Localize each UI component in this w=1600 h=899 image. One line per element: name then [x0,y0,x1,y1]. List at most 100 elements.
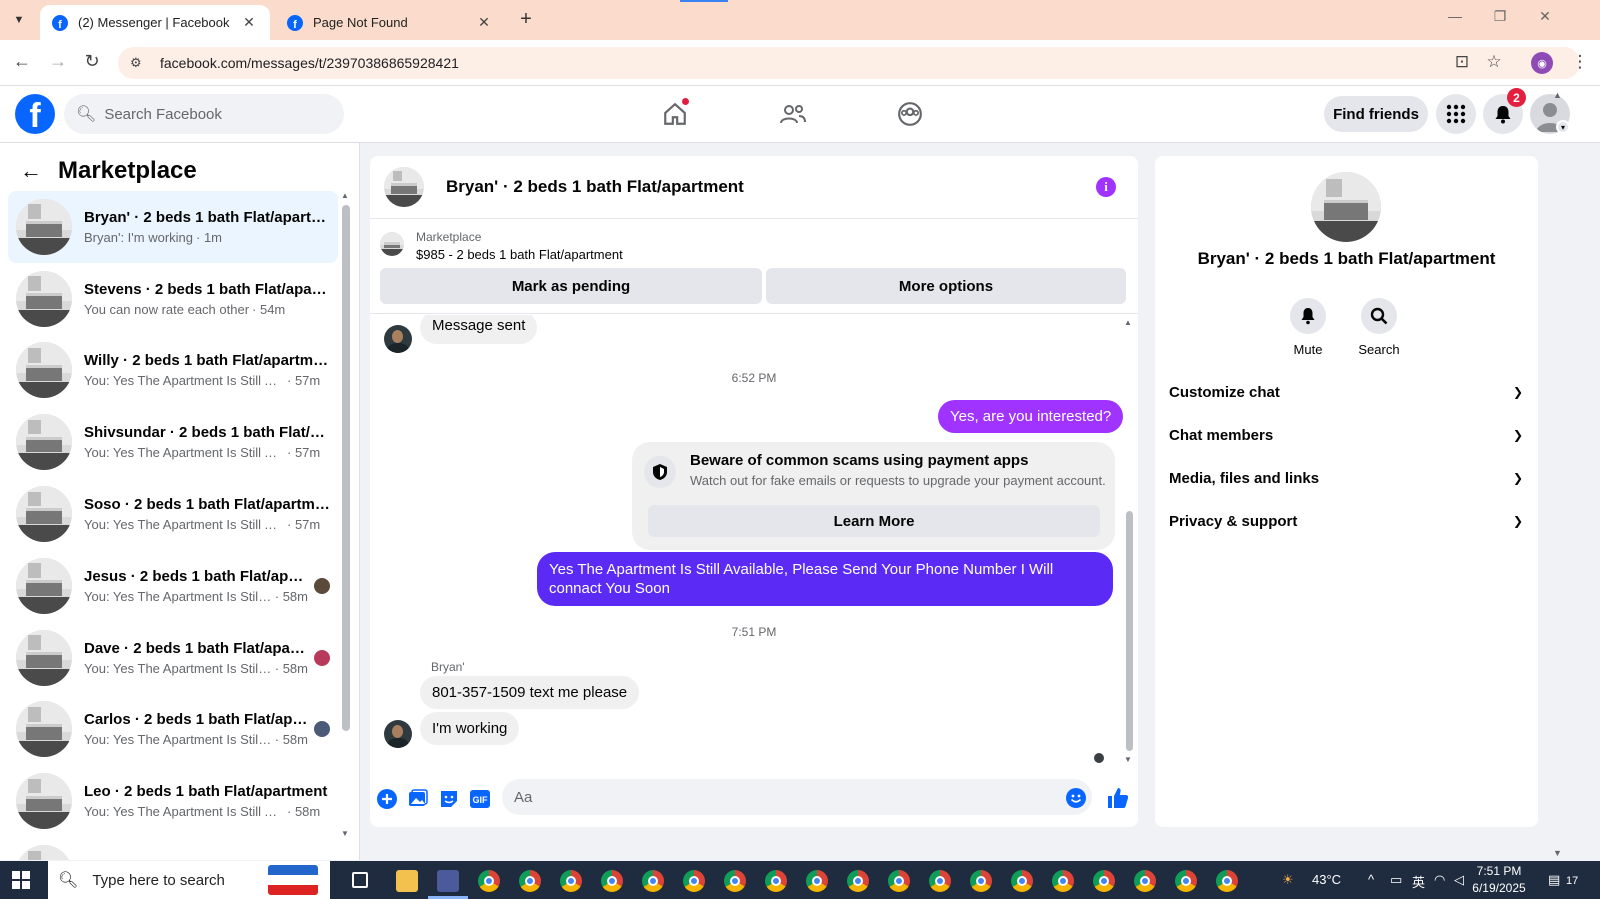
chat-list-item[interactable]: Willy · 2 beds 1 bath Flat/apartment You:… [8,335,338,407]
browser-menu-icon[interactable]: ⋮ [1568,52,1592,72]
chat-list-item[interactable]: Bryan' · 2 beds 1 bath Flat/apartment Bry… [8,191,338,263]
learn-more-button[interactable]: Learn More [648,505,1100,537]
back-icon[interactable]: ← [10,51,34,72]
listing-thumbnail[interactable] [384,167,424,207]
chat-list-item[interactable]: Stevens · 2 beds 1 bath Flat/apartment Yo… [8,263,338,335]
chrome-icon[interactable] [1175,870,1197,892]
chrome-icon[interactable] [478,870,500,892]
scroll-up-icon[interactable]: ▲ [341,191,349,200]
forward-icon[interactable]: → [46,51,70,72]
conversation-title[interactable]: Bryan' · 2 beds 1 bath Flat/apartment [446,177,744,197]
chrome-icon[interactable] [1134,870,1156,892]
chat-members-section[interactable]: Chat members ❯ [1169,420,1523,450]
chevron-down-icon[interactable]: ▾ [1556,120,1570,134]
chrome-icon[interactable] [724,870,746,892]
task-view-icon[interactable] [352,872,368,888]
conversation-info-icon[interactable]: i [1096,177,1116,197]
back-arrow-icon[interactable]: ← [20,158,42,184]
file-explorer-icon[interactable] [396,870,418,892]
chrome-icon[interactable] [847,870,869,892]
chrome-icon[interactable] [560,870,582,892]
photo-icon[interactable] [407,788,429,810]
find-friends-button[interactable]: Find friends [1324,96,1428,132]
new-tab-icon[interactable]: + [514,8,538,31]
chrome-icon[interactable] [683,870,705,892]
app-icon[interactable] [437,870,459,892]
chrome-icon[interactable] [970,870,992,892]
page-scroll-up-icon[interactable]: ▲ [1553,90,1562,100]
thread-scrollbar[interactable] [1126,511,1133,751]
facebook-search-box[interactable]: 🔍︎ [64,94,344,134]
chat-list-item[interactable]: Jesus · 2 beds 1 bath Flat/apartment You:… [8,550,338,622]
sticker-icon[interactable] [438,788,460,810]
more-options-button[interactable]: More options [766,268,1126,304]
groups-icon[interactable] [893,98,927,130]
url-field[interactable]: ⚙ facebook.com/messages/t/23970386865928… [118,47,1580,79]
wifi-icon[interactable]: ◠ [1434,872,1445,888]
facebook-logo-icon[interactable]: f [15,94,55,134]
close-tab-icon[interactable]: ✕ [240,14,258,31]
message-input[interactable] [502,779,1092,815]
notification-center-icon[interactable]: ▤ [1548,872,1560,888]
language-icon[interactable]: 英 [1412,872,1425,891]
chrome-icon[interactable] [1052,870,1074,892]
close-tab-icon[interactable]: ✕ [475,14,493,31]
facebook-search-input[interactable] [104,105,325,123]
media-files-links-section[interactable]: Media, files and links ❯ [1169,463,1523,493]
conversation-panel: Bryan' · 2 beds 1 bath Flat/apartment i … [370,156,1138,827]
restore-icon[interactable]: ❐ [1485,8,1515,25]
customize-chat-section[interactable]: Customize chat ❯ [1169,377,1523,407]
scroll-up-icon[interactable]: ▲ [1124,318,1132,327]
chat-list-scrollbar[interactable] [342,205,350,731]
taskbar-search-box[interactable]: 🔍︎ [48,861,330,899]
chrome-icon[interactable] [601,870,623,892]
chrome-icon[interactable] [888,870,910,892]
chrome-icon[interactable] [519,870,541,892]
mark-as-pending-button[interactable]: Mark as pending [380,268,762,304]
page-scroll-down-icon[interactable]: ▼ [1553,848,1562,858]
browser-profile-icon[interactable]: ◉ [1531,52,1553,74]
taskbar-search-input[interactable] [92,871,263,889]
scroll-down-icon[interactable]: ▼ [1124,755,1132,764]
taskbar-clock[interactable]: 7:51 PM 6/19/2025 [1462,863,1536,897]
menu-grid-icon[interactable] [1436,94,1476,134]
show-hidden-icons-icon[interactable]: ^ [1368,872,1374,887]
chat-list-item[interactable]: Samuel · 2 beds 1 bath Flat/apartment [8,837,338,860]
tab-messenger[interactable]: f (2) Messenger | Facebook ✕ [40,5,270,40]
friends-icon[interactable] [776,98,810,130]
chat-list-item[interactable]: Carlos · 2 beds 1 bath Flat/apartment You… [8,694,338,766]
search-in-conversation-button[interactable]: Search [1344,298,1414,357]
tab-search-chevron-icon[interactable]: ▼ [6,8,32,32]
weather-icon[interactable]: ☀ [1282,872,1294,888]
plus-circle-icon[interactable] [376,788,398,810]
temperature[interactable]: 43°C [1312,872,1341,887]
windows-start-icon[interactable] [12,871,30,889]
thumbs-up-icon[interactable] [1106,786,1130,810]
tab-page-not-found[interactable]: f Page Not Found ✕ [275,5,505,40]
listing-price-title[interactable]: $985 - 2 beds 1 bath Flat/apartment [416,247,623,262]
privacy-support-section[interactable]: Privacy & support ❯ [1169,506,1523,536]
chat-list-item[interactable]: Shivsundar · 2 beds 1 bath Flat/apartmen… [8,406,338,478]
close-window-icon[interactable]: ✕ [1530,8,1560,25]
minimize-icon[interactable]: — [1440,8,1470,24]
chrome-icon[interactable] [1011,870,1033,892]
chrome-icon[interactable] [806,870,828,892]
chrome-icon[interactable] [929,870,951,892]
site-info-icon[interactable]: ⚙ [130,55,148,71]
emoji-icon[interactable] [1066,788,1086,808]
scroll-down-icon[interactable]: ▼ [341,829,349,838]
reload-icon[interactable]: ↻ [80,51,104,72]
chat-list-item[interactable]: Dave · 2 beds 1 bath Flat/apartment You: … [8,622,338,694]
chrome-icon[interactable] [765,870,787,892]
bookmark-star-icon[interactable]: ☆ [1482,52,1506,72]
chrome-icon[interactable] [642,870,664,892]
gif-icon[interactable]: GIF [469,788,491,810]
chrome-icon[interactable] [1093,870,1115,892]
meet-now-icon[interactable]: ▭ [1390,872,1402,888]
listing-thumbnail [16,557,72,614]
chat-list-item[interactable]: Soso · 2 beds 1 bath Flat/apartment You: … [8,478,338,550]
chat-list-item[interactable]: Leo · 2 beds 1 bath Flat/apartment You: Y… [8,765,338,837]
chrome-icon[interactable] [1216,870,1238,892]
mute-button[interactable]: Mute [1273,298,1343,357]
install-app-icon[interactable]: ⊡ [1450,52,1474,72]
